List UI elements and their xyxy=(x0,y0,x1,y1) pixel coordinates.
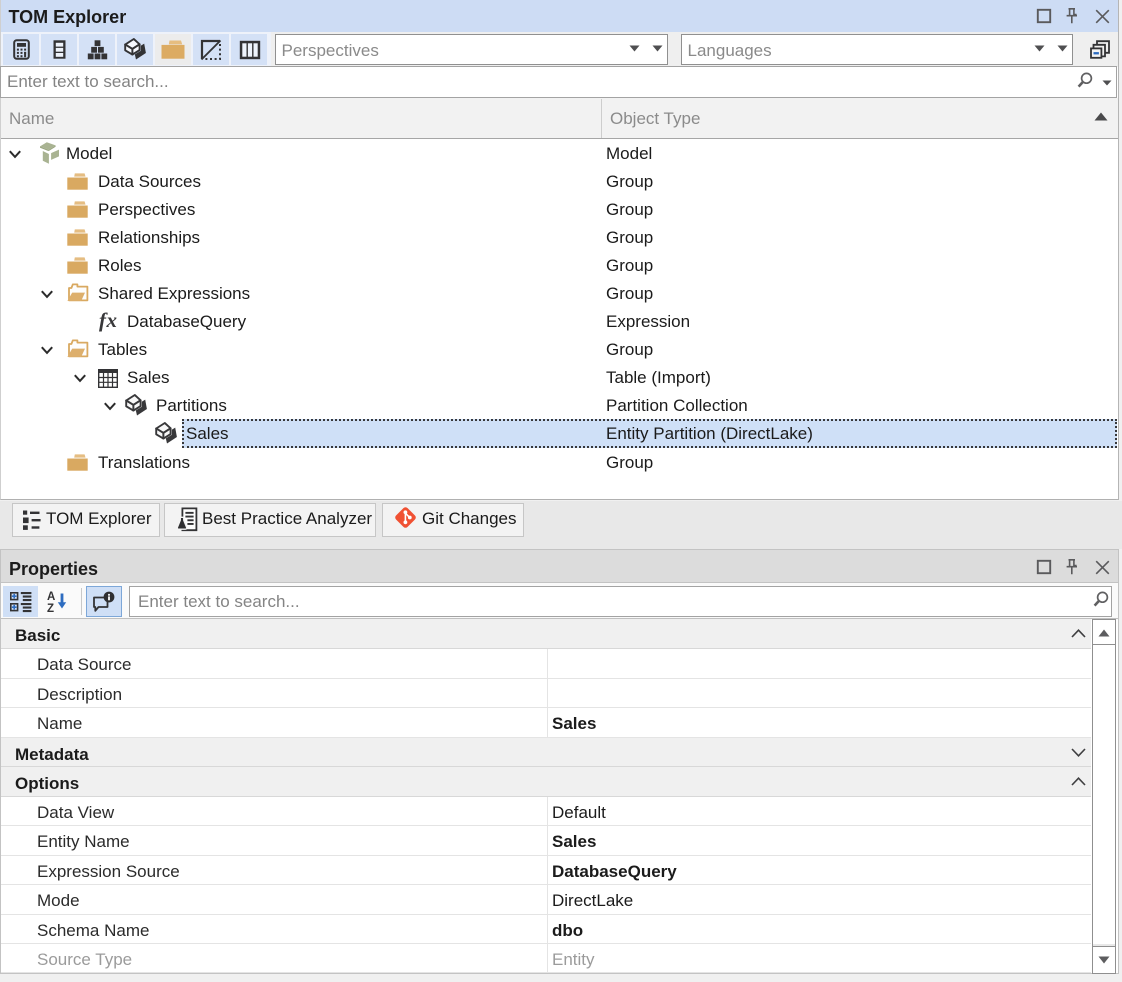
svg-text:Z: Z xyxy=(47,603,54,614)
svg-text:A: A xyxy=(47,591,55,603)
